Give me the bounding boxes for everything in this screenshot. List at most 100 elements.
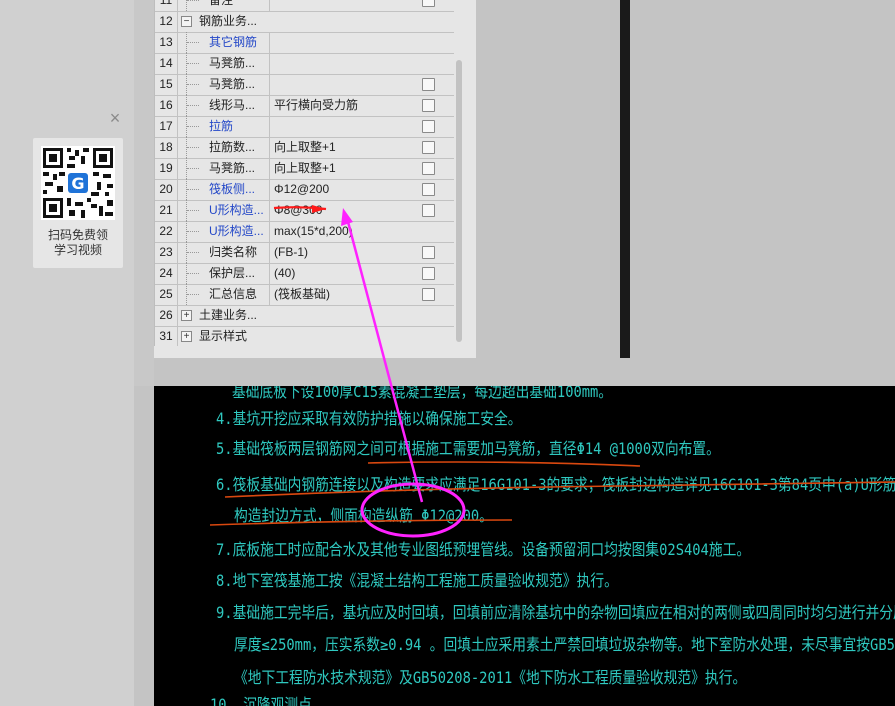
attach-checkbox[interactable] — [422, 183, 435, 196]
properties-table: 11 备注 12− 钢筋业务... 13 其它钢筋 14 马凳筋... 15 马凳筋... 16 线形… — [154, 0, 455, 346]
scrollbar-thumb[interactable] — [456, 60, 462, 342]
close-icon[interactable]: × — [106, 108, 124, 128]
property-row[interactable]: 26 + 土建业务... — [155, 305, 455, 327]
expand-icon[interactable]: + — [181, 310, 192, 321]
attach-checkbox[interactable] — [422, 78, 435, 91]
cad-note-line-8: 8.地下室筏基施工按《混凝土结构工程施工质量验收规范》执行。 — [216, 571, 618, 590]
property-value[interactable]: (筏板基础) — [274, 284, 414, 305]
cad-note-line-6b: 构造封边方式，侧面构造纵筋 Φ12@200。 — [234, 506, 493, 525]
property-value[interactable]: 向上取整+1 — [274, 137, 414, 158]
row-number: 18 — [155, 137, 178, 158]
attach-checkbox[interactable] — [422, 120, 435, 133]
property-name: 拉筋 — [209, 119, 234, 133]
property-name-cell[interactable]: 拉筋 — [178, 116, 270, 137]
property-row[interactable]: 12− 钢筋业务... — [155, 11, 455, 33]
property-value[interactable]: max(15*d,200) — [274, 221, 414, 242]
panel-border — [620, 0, 630, 358]
property-name-cell[interactable]: 马凳筋... — [178, 158, 270, 179]
row-number: 20 — [155, 179, 178, 200]
property-row[interactable]: 21 U形构造... Φ8@300 — [155, 200, 455, 222]
property-name-cell[interactable]: 备注 — [178, 0, 270, 11]
property-name-cell[interactable]: + 土建业务... — [178, 305, 318, 326]
attach-checkbox[interactable] — [422, 246, 435, 259]
property-row[interactable]: 14 马凳筋... — [155, 53, 455, 75]
attach-checkbox[interactable] — [422, 267, 435, 280]
properties-panel: 11 备注 12− 钢筋业务... 13 其它钢筋 14 马凳筋... 15 马凳筋... 16 线形… — [154, 0, 630, 358]
property-name: 汇总信息 — [209, 287, 258, 301]
property-row[interactable]: 25 汇总信息 (筏板基础) — [155, 284, 455, 306]
expand-icon[interactable]: + — [181, 331, 192, 342]
property-name: 土建业务... — [199, 308, 258, 322]
tree-branch — [187, 252, 199, 254]
property-name-cell[interactable]: − 钢筋业务... — [178, 11, 318, 32]
property-row[interactable]: 13 其它钢筋 — [155, 32, 455, 54]
property-name-cell[interactable]: U形构造... — [178, 200, 270, 221]
property-name-cell[interactable]: 马凳筋... — [178, 74, 270, 95]
property-name-cell[interactable]: 线形马... — [178, 95, 270, 116]
property-name-cell[interactable]: 保护层... — [178, 263, 270, 284]
cad-note-line-9a: 9.基础施工完毕后，基坑应及时回填，回填前应清除基坑中的杂物回填应在相对的两侧或… — [216, 603, 895, 622]
tree-branch — [187, 126, 199, 128]
tree-branch — [187, 210, 199, 212]
property-name-cell[interactable]: 其它钢筋 — [178, 32, 270, 53]
row-number: 19 — [155, 158, 178, 179]
row-number: 12 — [155, 11, 178, 32]
attach-checkbox[interactable] — [422, 99, 435, 112]
property-value[interactable]: 向上取整+1 — [274, 158, 414, 179]
property-name-cell[interactable]: U形构造... — [178, 221, 270, 242]
property-name-cell[interactable]: 汇总信息 — [178, 284, 270, 305]
property-name: 归类名称 — [209, 245, 258, 259]
qr-caption: 扫码免费领 学习视频 — [33, 228, 123, 258]
attach-checkbox[interactable] — [422, 162, 435, 175]
tree-branch — [187, 42, 199, 44]
property-row[interactable]: 23 归类名称 (FB-1) — [155, 242, 455, 264]
tree-branch — [187, 84, 199, 86]
property-row[interactable]: 16 线形马... 平行横向受力筋 — [155, 95, 455, 117]
property-row[interactable]: 19 马凳筋... 向上取整+1 — [155, 158, 455, 180]
property-name: 保护层... — [209, 266, 256, 280]
property-value[interactable]: Φ12@200 — [274, 179, 414, 200]
property-row[interactable]: 18 拉筋数... 向上取整+1 — [155, 137, 455, 159]
row-number: 25 — [155, 284, 178, 305]
tree-branch — [187, 168, 199, 170]
property-value[interactable]: 平行横向受力筋 — [274, 95, 414, 116]
row-number: 23 — [155, 242, 178, 263]
cad-note-line-10: 10. 沉降观测点 — [210, 695, 312, 706]
property-row[interactable]: 17 拉筋 — [155, 116, 455, 138]
property-row[interactable]: 22 U形构造... max(15*d,200) — [155, 221, 455, 243]
property-name-cell[interactable]: 马凳筋... — [178, 53, 270, 74]
property-row[interactable]: 31 + 显示样式 — [155, 326, 455, 346]
collapse-icon[interactable]: − — [181, 16, 192, 27]
tree-branch — [187, 231, 199, 233]
cad-note-line-9b: 厚度≤250mm，压实系数≥0.94 。回填土应采用素土严禁回填垃圾杂物等。地下… — [234, 635, 895, 654]
qr-promo-card[interactable]: G 扫码免费领 学习视频 — [33, 138, 123, 268]
property-name-cell[interactable]: 筏板侧... — [178, 179, 270, 200]
row-number: 21 — [155, 200, 178, 221]
qr-caption-line1: 扫码免费领 — [47, 228, 108, 242]
property-row[interactable]: 15 马凳筋... — [155, 74, 455, 96]
left-sidebar — [0, 0, 134, 706]
property-name: 筏板侧... — [209, 182, 256, 196]
attach-checkbox[interactable] — [422, 288, 435, 301]
attach-checkbox[interactable] — [422, 141, 435, 154]
property-name-cell[interactable]: 归类名称 — [178, 242, 270, 263]
property-row[interactable]: 24 保护层... (40) — [155, 263, 455, 285]
vertical-scrollbar[interactable] — [454, 0, 465, 346]
property-row[interactable]: 20 筏板侧... Φ12@200 — [155, 179, 455, 201]
cad-drawing-viewport[interactable]: 基础底板下设100厚C15素混凝土垫层，每边超出基础100mm。 4.基坑开挖应… — [154, 386, 895, 706]
tree-branch — [187, 189, 199, 191]
row-number: 24 — [155, 263, 178, 284]
property-name: 马凳筋... — [209, 161, 256, 175]
property-value[interactable]: Φ8@300 — [274, 200, 414, 221]
property-name-cell[interactable]: + 显示样式 — [178, 326, 318, 346]
cad-note-line-7: 7.底板施工时应配合水及其他专业图纸预埋管线。设备预留洞口均按图集02S404施… — [216, 540, 751, 559]
property-name: 其它钢筋 — [209, 35, 258, 49]
cad-note-line-4: 4.基坑开挖应采取有效防护措施以确保施工安全。 — [216, 409, 522, 428]
property-value[interactable]: (FB-1) — [274, 242, 414, 263]
attach-checkbox[interactable] — [422, 204, 435, 217]
property-name-cell[interactable]: 拉筋数... — [178, 137, 270, 158]
row-number: 14 — [155, 53, 178, 74]
property-value[interactable]: (40) — [274, 263, 414, 284]
row-number: 17 — [155, 116, 178, 137]
attach-checkbox[interactable] — [422, 0, 435, 7]
